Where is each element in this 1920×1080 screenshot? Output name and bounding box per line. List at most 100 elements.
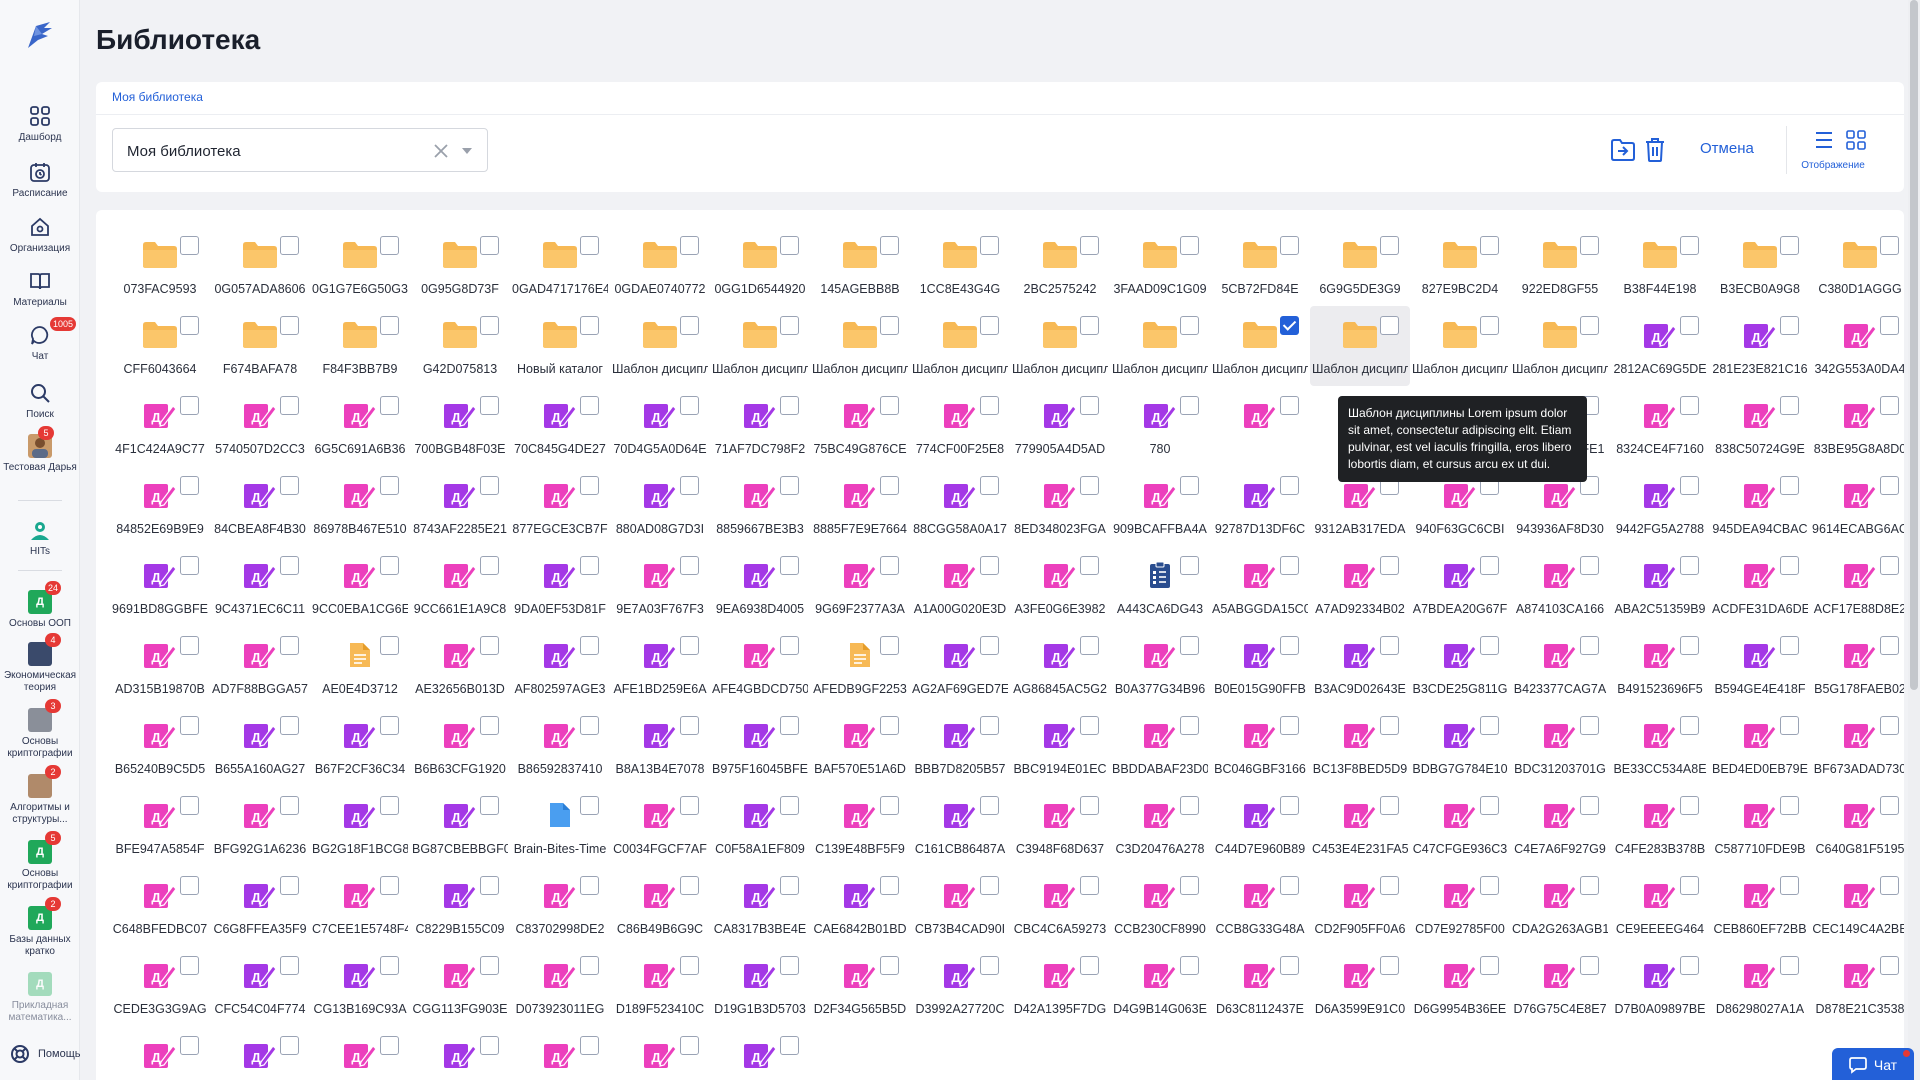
file-item[interactable]: Д D19G1B3D5703 (710, 946, 810, 1026)
select-checkbox[interactable] (980, 396, 999, 415)
file-item[interactable]: Д B67F2CF36C34 (310, 706, 410, 786)
file-item[interactable]: Д CEC149C4A2BE (1810, 866, 1904, 946)
select-checkbox[interactable] (1380, 316, 1399, 335)
select-checkbox[interactable] (1780, 396, 1799, 415)
file-item[interactable]: Д 6G5C691A6B36 (310, 386, 410, 466)
nav-profile[interactable]: 5 Тестовая Дарья (0, 426, 80, 474)
file-item[interactable]: Д 9E7A03F767F3 (610, 546, 710, 626)
select-checkbox[interactable] (1280, 476, 1299, 495)
file-item[interactable]: Д A874103CA166 (1510, 546, 1610, 626)
file-item[interactable]: Д CGG113FG903E (410, 946, 510, 1026)
select-checkbox[interactable] (580, 956, 599, 975)
file-item[interactable]: Д C7CEE1E5748F4 (310, 866, 410, 946)
file-item[interactable]: ДDB53F6820EE2 (310, 1026, 410, 1080)
select-checkbox[interactable] (380, 556, 399, 575)
file-item[interactable]: Д BFG92G1A6236 (210, 786, 310, 866)
file-item[interactable]: Д ACDFE31DA6DE (1710, 546, 1810, 626)
file-item[interactable]: Д 5740507D2CC3 (210, 386, 310, 466)
folder-item[interactable]: G42D075813 (410, 306, 510, 386)
select-checkbox[interactable] (980, 476, 999, 495)
select-checkbox[interactable] (880, 236, 899, 255)
select-checkbox[interactable] (380, 716, 399, 735)
nav-hits[interactable]: HITs (0, 518, 80, 558)
select-checkbox[interactable] (380, 236, 399, 255)
file-item[interactable]: Д B5G178FAEB02 (1810, 626, 1904, 706)
select-checkbox[interactable] (1780, 476, 1799, 495)
file-item[interactable]: Д 9CC0EBA1CG6E (310, 546, 410, 626)
file-item[interactable]: Д AFE1BD259E6A (610, 626, 710, 706)
select-checkbox[interactable] (680, 476, 699, 495)
file-item[interactable]: Д BBB7D8205B57 (910, 706, 1010, 786)
select-checkbox[interactable] (1480, 316, 1499, 335)
file-item[interactable]: Д (1210, 386, 1310, 466)
file-item[interactable]: ДDA34470GD130 (210, 1026, 310, 1080)
folder-item[interactable]: Шаблон дисциплины (710, 306, 810, 386)
select-checkbox[interactable] (280, 476, 299, 495)
select-checkbox[interactable] (1380, 236, 1399, 255)
select-checkbox[interactable] (480, 396, 499, 415)
file-item[interactable]: Д BE33CC534A8E (1610, 706, 1710, 786)
course-item[interactable]: Д Прикладная математика... (0, 972, 80, 1024)
select-checkbox[interactable] (180, 796, 199, 815)
file-item[interactable]: Д CD2F905FF0A6 (1310, 866, 1410, 946)
select-checkbox[interactable] (1480, 876, 1499, 895)
file-item[interactable]: Д BDBG7G784E10 (1410, 706, 1510, 786)
folder-item[interactable]: Шаблон дисциплины (1510, 306, 1610, 386)
select-checkbox[interactable] (1080, 876, 1099, 895)
select-checkbox[interactable] (1480, 236, 1499, 255)
select-checkbox[interactable] (1680, 316, 1699, 335)
select-checkbox[interactable] (680, 716, 699, 735)
select-checkbox[interactable] (1780, 716, 1799, 735)
select-checkbox[interactable] (780, 556, 799, 575)
select-checkbox[interactable] (1380, 636, 1399, 655)
file-item[interactable]: Д BC13F8BED5D9 (1310, 706, 1410, 786)
select-checkbox[interactable] (380, 396, 399, 415)
file-item[interactable]: Д C161CB86487A (910, 786, 1010, 866)
select-checkbox[interactable] (680, 636, 699, 655)
file-item[interactable]: ДD9A4AC1C50GA (110, 1026, 210, 1080)
file-item[interactable]: Д BBDDABAF23D0 (1110, 706, 1210, 786)
folder-item[interactable]: Новый каталог (510, 306, 610, 386)
file-item[interactable]: Д D86298027A1A (1710, 946, 1810, 1026)
select-checkbox[interactable] (1180, 396, 1199, 415)
select-checkbox[interactable] (980, 636, 999, 655)
select-checkbox[interactable] (980, 236, 999, 255)
select-checkbox[interactable] (580, 636, 599, 655)
file-item[interactable]: Д B6B63CFG1920 (410, 706, 510, 786)
select-checkbox[interactable] (1680, 956, 1699, 975)
nav-search[interactable]: Поиск (0, 381, 80, 421)
file-item[interactable]: Д D6G9954B36EE (1410, 946, 1510, 1026)
select-checkbox[interactable] (1380, 556, 1399, 575)
select-checkbox[interactable] (1880, 716, 1899, 735)
file-item[interactable]: Д C44D7E960B89 (1210, 786, 1310, 866)
file-item[interactable]: Д A7AD92334B02 (1310, 546, 1410, 626)
select-checkbox[interactable] (1280, 796, 1299, 815)
select-checkbox[interactable] (780, 316, 799, 335)
file-item[interactable]: Д C8229B155C09 (410, 866, 510, 946)
select-checkbox[interactable] (1680, 716, 1699, 735)
select-checkbox[interactable] (180, 956, 199, 975)
select-checkbox[interactable] (380, 476, 399, 495)
select-checkbox[interactable] (680, 1036, 699, 1055)
select-checkbox[interactable] (1880, 876, 1899, 895)
file-item[interactable]: Д A7BDEA20G67F (1410, 546, 1510, 626)
file-item[interactable]: Д D76G75C4E8E7 (1510, 946, 1610, 1026)
file-item[interactable]: Д C648BFEDBC07 (110, 866, 210, 946)
file-item[interactable]: Д C4FE283B378B (1610, 786, 1710, 866)
file-item[interactable]: Д A5ABGGDA15C0 (1210, 546, 1310, 626)
select-checkbox[interactable] (1580, 316, 1599, 335)
file-item[interactable]: Д CCB8G33G48A (1210, 866, 1310, 946)
select-checkbox[interactable] (580, 796, 599, 815)
select-checkbox[interactable] (280, 716, 299, 735)
select-checkbox[interactable] (1480, 796, 1499, 815)
select-checkbox[interactable] (1580, 876, 1599, 895)
cancel-button[interactable]: Отмена (1700, 140, 1754, 157)
file-item[interactable]: Д 86978B467E510 (310, 466, 410, 546)
select-checkbox[interactable] (1580, 636, 1599, 655)
select-checkbox[interactable] (580, 716, 599, 735)
file-item[interactable]: Д D7B0A09897BE (1610, 946, 1710, 1026)
select-checkbox[interactable] (280, 636, 299, 655)
file-item[interactable]: Д 84852E69B9E9 (110, 466, 210, 546)
select-checkbox[interactable] (880, 636, 899, 655)
select-checkbox[interactable] (1680, 876, 1699, 895)
